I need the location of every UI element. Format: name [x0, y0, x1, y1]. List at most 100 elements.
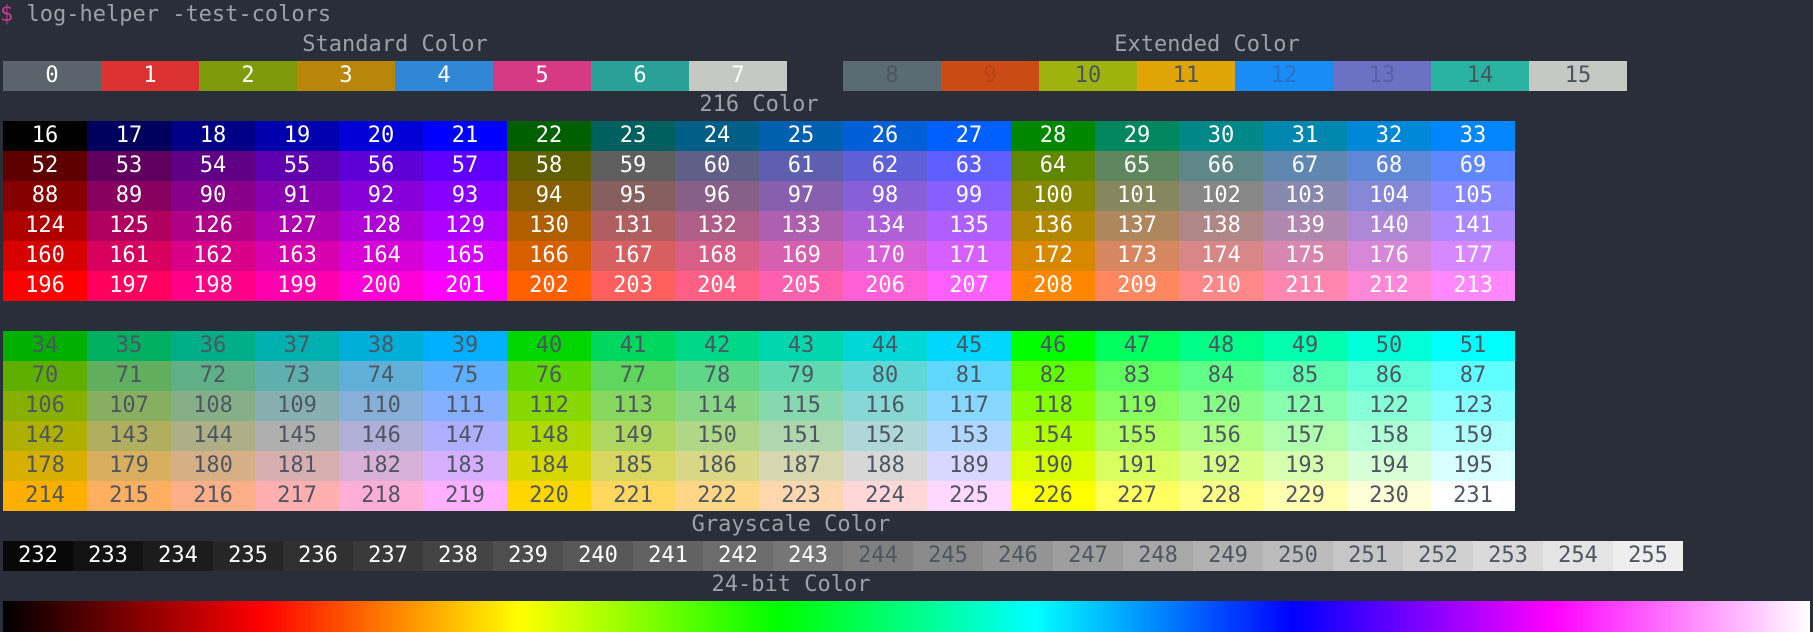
palette-color-swatch: 172 [1011, 241, 1095, 271]
palette-color-swatch: 135 [927, 211, 1011, 241]
palette-color-swatch: 59 [591, 151, 675, 181]
palette-color-swatch: 199 [255, 271, 339, 301]
palette-color-swatch: 124 [3, 211, 87, 241]
grayscale-swatch: 238 [423, 541, 493, 571]
palette-color-swatch: 138 [1179, 211, 1263, 241]
palette-row: 214 215 216 217 218 219 220 221 222 223 224 225 226 2… [3, 481, 1515, 511]
palette-color-swatch: 97 [759, 181, 843, 211]
standard-color-title: Standard Color [302, 32, 488, 57]
palette-color-swatch: 153 [927, 421, 1011, 451]
palette-color-swatch: 81 [927, 361, 1011, 391]
palette-color-swatch: 103 [1263, 181, 1347, 211]
palette-color-swatch: 125 [87, 211, 171, 241]
palette-color-swatch: 33 [1431, 121, 1515, 151]
palette-color-swatch: 136 [1011, 211, 1095, 241]
palette-row: 16 17 18 19 20 21 22 23 24 25 26 27 28 29 30 31 32 33 [3, 121, 1515, 151]
palette-color-swatch: 159 [1431, 421, 1515, 451]
palette-color-swatch: 162 [171, 241, 255, 271]
palette-color-swatch: 148 [507, 421, 591, 451]
palette-color-swatch: 147 [423, 421, 507, 451]
palette-color-swatch: 98 [843, 181, 927, 211]
palette-color-swatch: 217 [255, 481, 339, 511]
palette-color-swatch: 219 [423, 481, 507, 511]
palette-color-swatch: 139 [1263, 211, 1347, 241]
palette-color-swatch: 121 [1263, 391, 1347, 421]
palette-color-swatch: 100 [1011, 181, 1095, 211]
palette-color-swatch: 88 [3, 181, 87, 211]
palette-color-swatch: 146 [339, 421, 423, 451]
palette-row: 178 179 180 181 182 183 184 185 186 187 188 189 190 1… [3, 451, 1515, 481]
palette-color-swatch: 163 [255, 241, 339, 271]
palette-color-swatch: 189 [927, 451, 1011, 481]
grayscale-swatch: 235 [213, 541, 283, 571]
palette-color-swatch: 69 [1431, 151, 1515, 181]
palette-color-swatch: 92 [339, 181, 423, 211]
standard-color-row: 01234567 [3, 61, 787, 91]
palette-color-swatch: 214 [3, 481, 87, 511]
grayscale-swatch: 255 [1613, 541, 1683, 571]
palette-color-swatch: 22 [507, 121, 591, 151]
palette-color-swatch: 155 [1095, 421, 1179, 451]
palette-color-swatch: 177 [1431, 241, 1515, 271]
palette-color-swatch: 40 [507, 331, 591, 361]
palette-color-swatch: 207 [927, 271, 1011, 301]
palette-color-swatch: 188 [843, 451, 927, 481]
grayscale-swatch: 243 [773, 541, 843, 571]
grayscale-swatch: 254 [1543, 541, 1613, 571]
extended-color-swatch: 13 [1333, 61, 1431, 91]
palette-color-swatch: 85 [1263, 361, 1347, 391]
grayscale-swatch: 232 [3, 541, 73, 571]
palette-color-swatch: 154 [1011, 421, 1095, 451]
palette-color-swatch: 95 [591, 181, 675, 211]
palette-color-swatch: 140 [1347, 211, 1431, 241]
palette-color-swatch: 99 [927, 181, 1011, 211]
palette-color-swatch: 205 [759, 271, 843, 301]
palette-color-swatch: 77 [591, 361, 675, 391]
palette-color-swatch: 152 [843, 421, 927, 451]
palette-color-swatch: 68 [1347, 151, 1431, 181]
palette-color-swatch: 65 [1095, 151, 1179, 181]
palette-color-swatch: 57 [423, 151, 507, 181]
palette-color-swatch: 198 [171, 271, 255, 301]
palette-color-swatch: 17 [87, 121, 171, 151]
palette-color-swatch: 126 [171, 211, 255, 241]
palette-color-swatch: 158 [1347, 421, 1431, 451]
palette-color-swatch: 58 [507, 151, 591, 181]
palette-color-swatch: 212 [1347, 271, 1431, 301]
palette-color-swatch: 41 [591, 331, 675, 361]
palette-color-swatch: 223 [759, 481, 843, 511]
palette-color-swatch: 204 [675, 271, 759, 301]
palette-color-swatch: 161 [87, 241, 171, 271]
palette-color-swatch: 52 [3, 151, 87, 181]
palette-color-swatch: 72 [171, 361, 255, 391]
grayscale-row: 232 233 234 235 236 237 238 239 240 241 242 243 244 2… [3, 541, 1683, 571]
palette-color-swatch: 23 [591, 121, 675, 151]
standard-color-swatch: 3 [297, 61, 395, 91]
extended-color-swatch: 11 [1137, 61, 1235, 91]
grayscale-swatch: 251 [1333, 541, 1403, 571]
palette-color-swatch: 160 [3, 241, 87, 271]
palette-color-swatch: 168 [675, 241, 759, 271]
grayscale-swatch: 252 [1403, 541, 1473, 571]
palette-color-swatch: 109 [255, 391, 339, 421]
palette-color-swatch: 183 [423, 451, 507, 481]
palette-row: 160 161 162 163 164 165 166 167 168 169 170 171 172 1… [3, 241, 1515, 271]
palette-color-swatch: 228 [1179, 481, 1263, 511]
palette-color-swatch: 144 [171, 421, 255, 451]
palette-color-swatch: 192 [1179, 451, 1263, 481]
palette-color-swatch: 36 [171, 331, 255, 361]
palette-color-swatch: 222 [675, 481, 759, 511]
standard-color-swatch: 7 [689, 61, 787, 91]
palette-color-swatch: 82 [1011, 361, 1095, 391]
palette-color-swatch: 75 [423, 361, 507, 391]
palette-color-swatch: 108 [171, 391, 255, 421]
palette-color-swatch: 145 [255, 421, 339, 451]
palette-color-swatch: 118 [1011, 391, 1095, 421]
palette-color-swatch: 186 [675, 451, 759, 481]
palette-color-swatch: 173 [1095, 241, 1179, 271]
standard-color-swatch: 1 [101, 61, 199, 91]
palette-color-swatch: 70 [3, 361, 87, 391]
grayscale-swatch: 248 [1123, 541, 1193, 571]
palette-row: 88 89 90 91 92 93 94 95 96 97 98 99 100 101 102 103 104 1… [3, 181, 1515, 211]
truecolor-title: 24-bit Color [711, 572, 871, 597]
